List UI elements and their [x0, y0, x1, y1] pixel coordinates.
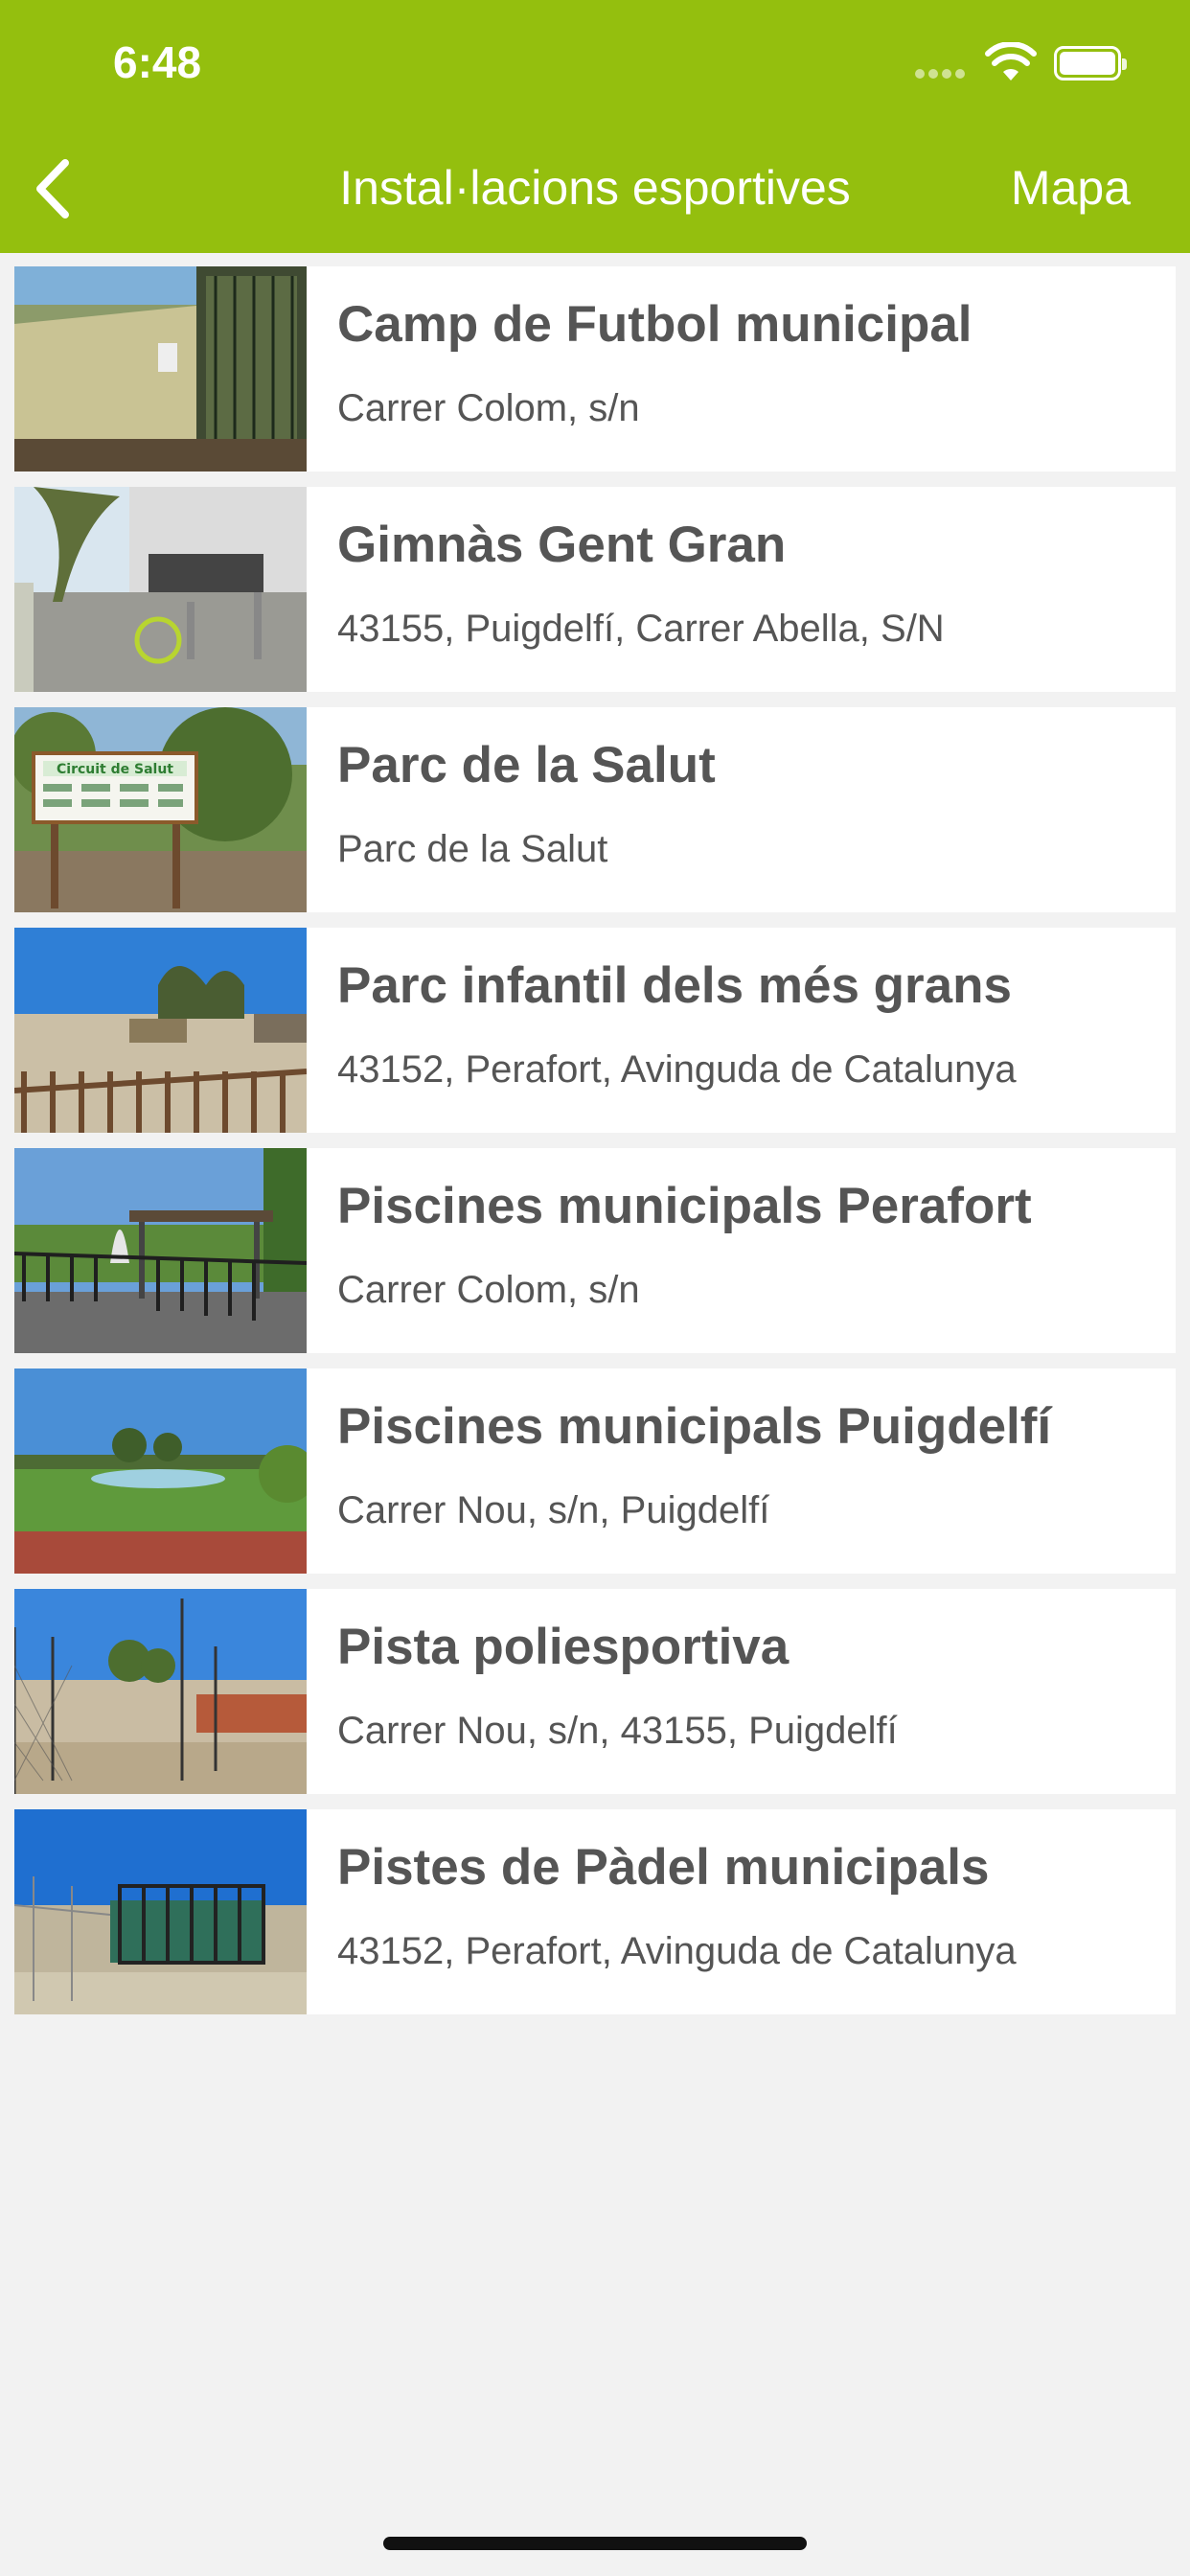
facility-address: Carrer Nou, s/n, Puigdelfí [337, 1489, 770, 1531]
facility-thumbnail [14, 487, 307, 692]
list-item[interactable]: Circuit de Salut Parc de la Salut Parc d… [14, 707, 1176, 912]
list-item[interactable]: Camp de Futbol municipal Carrer Colom, s… [14, 266, 1176, 472]
facility-title: Piscines municipals Perafort [337, 1178, 1032, 1234]
facility-address: Carrer Colom, s/n [337, 387, 640, 429]
facility-title: Parc infantil dels més grans [337, 957, 1012, 1014]
facility-title: Gimnàs Gent Gran [337, 517, 787, 573]
list-item[interactable]: Piscines municipals Puigdelfí Carrer Nou… [14, 1368, 1176, 1574]
list-item[interactable]: Pista poliesportiva Carrer Nou, s/n, 431… [14, 1589, 1176, 1794]
facility-title: Pista poliesportiva [337, 1619, 790, 1675]
facility-thumbnail [14, 1809, 307, 2014]
facility-thumbnail [14, 928, 307, 1133]
facility-title: Camp de Futbol municipal [337, 296, 973, 353]
facility-address: Carrer Colom, s/n [337, 1269, 640, 1311]
facility-thumbnail [14, 1368, 307, 1574]
facility-thumbnail [14, 1589, 307, 1794]
facility-thumbnail [14, 1148, 307, 1353]
battery-icon [1054, 46, 1127, 80]
facility-address: 43155, Puigdelfí, Carrer Abella, S/N [337, 608, 945, 650]
facility-address: 43152, Perafort, Avinguda de Catalunya [337, 1930, 1017, 1972]
status-time: 6:48 [113, 37, 202, 87]
header: 6:48 Instal·lacions esportives Mapa [0, 0, 1190, 253]
home-indicator[interactable] [383, 2537, 807, 2550]
list-item[interactable]: Gimnàs Gent Gran 43155, Puigdelfí, Carre… [14, 487, 1176, 692]
facility-title: Pistes de Pàdel municipals [337, 1839, 990, 1896]
facility-thumbnail [14, 266, 307, 472]
facility-title: Parc de la Salut [337, 737, 716, 794]
list-item[interactable]: Piscines municipals Perafort Carrer Colo… [14, 1148, 1176, 1353]
list-item[interactable]: Pistes de Pàdel municipals 43152, Perafo… [14, 1809, 1176, 2014]
facility-thumbnail: Circuit de Salut [14, 707, 307, 912]
facility-list: Camp de Futbol municipal Carrer Colom, s… [14, 266, 1176, 2030]
facility-address: Parc de la Salut [337, 828, 608, 870]
cellular-signal-icon [915, 69, 973, 82]
facility-address: Carrer Nou, s/n, 43155, Puigdelfí [337, 1710, 898, 1752]
facility-title: Piscines municipals Puigdelfí [337, 1398, 1052, 1455]
facility-address: 43152, Perafort, Avinguda de Catalunya [337, 1048, 1017, 1091]
list-item[interactable]: Parc infantil dels més grans 43152, Pera… [14, 928, 1176, 1133]
map-button[interactable]: Mapa [1011, 160, 1131, 216]
sign-text: Circuit de Salut [57, 762, 173, 777]
wifi-icon [985, 42, 1037, 80]
